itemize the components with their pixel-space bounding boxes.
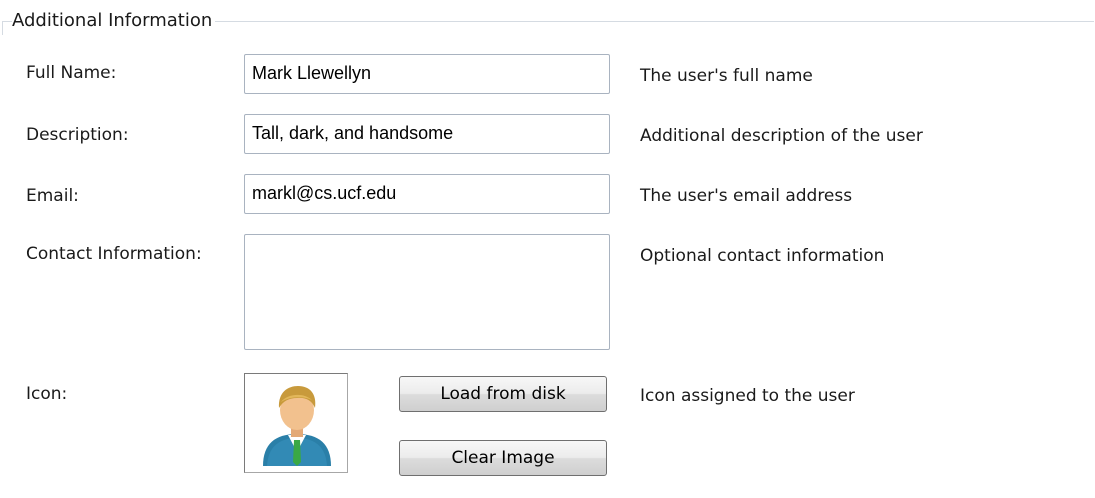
icon-preview: [244, 373, 348, 473]
email-help: The user's email address: [640, 186, 853, 206]
description-help: Additional description of the user: [640, 126, 923, 146]
group-border-left: [2, 21, 3, 35]
contact-textarea[interactable]: [244, 234, 610, 350]
description-field[interactable]: Tall, dark, and handsome: [244, 114, 610, 154]
full-name-help: The user's full name: [640, 66, 813, 86]
load-from-disk-button[interactable]: Load from disk: [399, 376, 607, 412]
email-field[interactable]: markl@cs.ucf.edu: [244, 174, 610, 214]
clear-image-button[interactable]: Clear Image: [399, 440, 607, 476]
contact-help: Optional contact information: [640, 246, 885, 266]
group-title: Additional Information: [12, 8, 216, 34]
user-avatar-icon: [263, 386, 331, 466]
full-name-field[interactable]: Mark Llewellyn: [244, 54, 610, 94]
full-name-label: Full Name:: [26, 63, 117, 83]
icon-label: Icon:: [26, 384, 68, 404]
email-label: Email:: [26, 186, 79, 206]
icon-help: Icon assigned to the user: [640, 386, 855, 406]
contact-label: Contact Information:: [26, 244, 202, 264]
description-label: Description:: [26, 125, 129, 145]
